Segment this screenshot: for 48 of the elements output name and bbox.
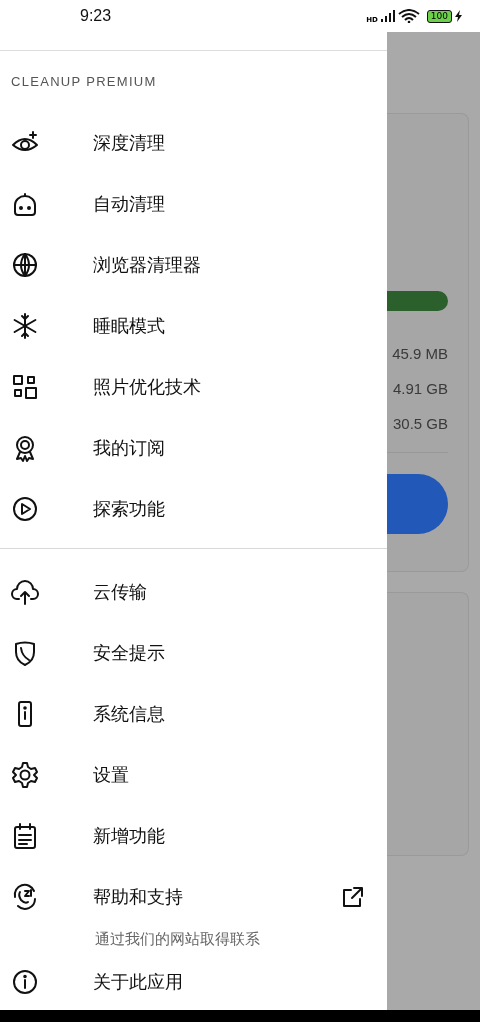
storage-value: 30.5 GB: [392, 414, 448, 434]
drawer-item[interactable]: 系统信息: [0, 683, 387, 744]
drawer-item[interactable]: 探索功能: [0, 478, 387, 539]
drawer-item[interactable]: 关于此应用: [0, 951, 387, 1012]
item-label: 照片优化技术: [93, 374, 202, 399]
clock: 9:23: [80, 7, 112, 25]
item-label: 安全提示: [93, 640, 166, 665]
item-label: 我的订阅: [93, 435, 166, 460]
item-label: 云传输: [93, 579, 148, 604]
calendar-icon: [11, 821, 39, 850]
drawer-item[interactable]: 深度清理: [0, 112, 387, 173]
storage-value: 4.91 GB: [392, 379, 448, 399]
item-subtitle: 通过我们的网站取得联系: [94, 929, 261, 950]
snowflake-icon: [11, 311, 39, 340]
item-label: 深度清理: [93, 130, 166, 155]
signal-icon: [380, 10, 395, 22]
play-icon: [11, 494, 39, 523]
item-label: 设置: [93, 762, 130, 787]
drawer-item[interactable]: 安全提示: [0, 622, 387, 683]
battery-indicator: 100: [426, 9, 452, 23]
info-icon: [11, 967, 39, 996]
drawer-item[interactable]: 自动清理: [0, 173, 387, 234]
item-label: 睡眠模式: [93, 313, 166, 338]
globe-icon: [11, 250, 39, 279]
item-label: 关于此应用: [93, 969, 184, 994]
drawer-header: CLEANUP PREMIUM: [10, 73, 158, 91]
drawer-item[interactable]: 睡眠模式: [0, 295, 387, 356]
item-label: 帮助和支持: [93, 884, 184, 909]
cloud-upload-icon: [11, 577, 39, 606]
storage-value: 45.9 MB: [392, 344, 448, 364]
settings-icon: [11, 760, 39, 789]
charging-icon: [455, 10, 462, 22]
item-label: 浏览器清理器: [93, 252, 202, 277]
item-label: 探索功能: [93, 496, 166, 521]
drawer-item[interactable]: 新增功能: [0, 805, 387, 866]
item-label: 自动清理: [93, 191, 166, 216]
drawer-item[interactable]: 设置: [0, 744, 387, 805]
drawer-item[interactable]: 云传输: [0, 561, 387, 622]
storage-bar: [387, 291, 448, 311]
grid-icon: [11, 372, 39, 401]
wifi-icon: [397, 9, 420, 23]
drawer-item[interactable]: 照片优化技术: [0, 356, 387, 417]
drawer-item[interactable]: 帮助和支持: [0, 866, 387, 927]
action-button[interactable]: [387, 474, 448, 534]
item-label: 系统信息: [93, 701, 166, 726]
item-label: 新增功能: [93, 823, 166, 848]
drawer-item[interactable]: 浏览器清理器: [0, 234, 387, 295]
drawer-item[interactable]: 我的订阅: [0, 417, 387, 478]
